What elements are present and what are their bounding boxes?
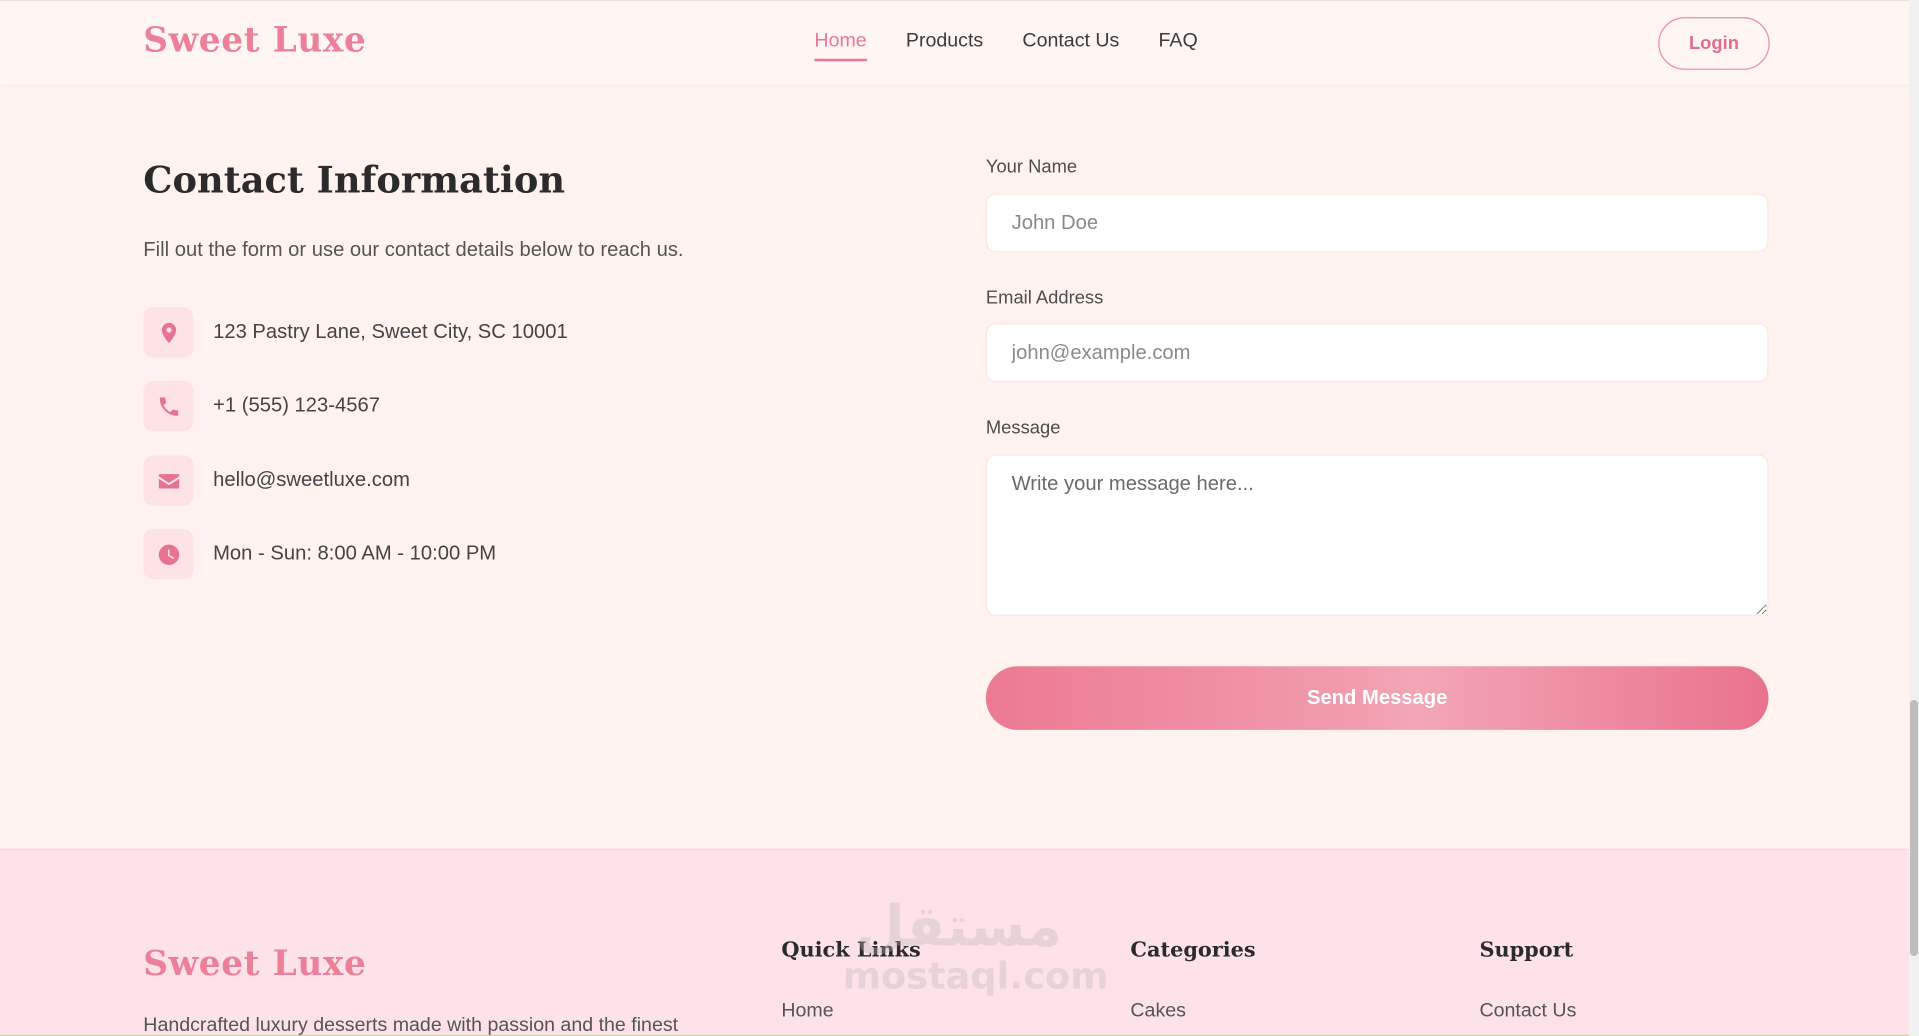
map-pin-icon (143, 307, 194, 358)
login-button[interactable]: Login (1658, 17, 1770, 70)
contact-hours-text: Mon - Sun: 8:00 AM - 10:00 PM (213, 542, 497, 565)
scaled-viewport: Sweet Luxe Home Products Contact Us FAQ … (0, 0, 1909, 1036)
nav-link-contact-us[interactable]: Contact Us (1022, 31, 1119, 53)
contact-phone-text: +1 (555) 123-4567 (213, 394, 380, 417)
phone-icon (143, 380, 194, 432)
clock-icon (143, 529, 194, 580)
contact-item-hours: Mon - Sun: 8:00 AM - 10:00 PM (143, 529, 497, 580)
content-area: Sweet Luxe Home Products Contact Us FAQ … (0, 0, 1909, 1036)
contact-email-text: hello@sweetluxe.com (213, 469, 410, 492)
message-textarea[interactable] (985, 454, 1769, 617)
footer-categories-title: Categories (1130, 938, 1256, 963)
email-input[interactable] (985, 323, 1769, 383)
footer-link-cakes[interactable]: Cakes (1130, 1001, 1186, 1023)
navbar: Sweet Luxe Home Products Contact Us FAQ … (0, 1, 1909, 85)
footer-support-title: Support (1479, 938, 1574, 963)
name-input[interactable] (985, 193, 1769, 253)
send-message-button[interactable]: Send Message (985, 666, 1769, 730)
scrollbar-thumb[interactable] (1910, 700, 1918, 956)
footer-link-home[interactable]: Home (781, 1001, 833, 1023)
footer-link-contact-us[interactable]: Contact Us (1479, 1001, 1576, 1023)
footer-brand-logo[interactable]: Sweet Luxe (143, 943, 366, 983)
nav-link-home[interactable]: Home (814, 31, 867, 62)
contact-item-address: 123 Pastry Lane, Sweet City, SC 10001 (143, 307, 568, 358)
brand-logo[interactable]: Sweet Luxe (143, 20, 366, 60)
message-label: Message (985, 417, 1061, 439)
contact-item-phone: +1 (555) 123-4567 (143, 380, 380, 432)
email-label: Email Address (985, 287, 1104, 309)
footer-description: Handcrafted luxury desserts made with pa… (143, 1015, 679, 1036)
name-label: Your Name (985, 156, 1078, 178)
contact-address-text: 123 Pastry Lane, Sweet City, SC 10001 (213, 320, 568, 343)
footer: Sweet Luxe Handcrafted luxury desserts m… (0, 848, 1909, 1036)
contact-item-email: hello@sweetluxe.com (143, 455, 410, 506)
contact-description: Fill out the form or use our contact det… (143, 238, 684, 261)
footer-quick-links-title: Quick Links (781, 938, 921, 963)
nav-link-faq[interactable]: FAQ (1159, 31, 1198, 53)
nav-links: Home Products Contact Us FAQ (814, 31, 1198, 62)
contact-title: Contact Information (143, 159, 566, 203)
nav-link-products[interactable]: Products (906, 31, 983, 53)
envelope-icon (143, 455, 194, 506)
vertical-scrollbar[interactable] (1909, 0, 1919, 1036)
page: Sweet Luxe Home Products Contact Us FAQ … (0, 0, 1919, 1036)
